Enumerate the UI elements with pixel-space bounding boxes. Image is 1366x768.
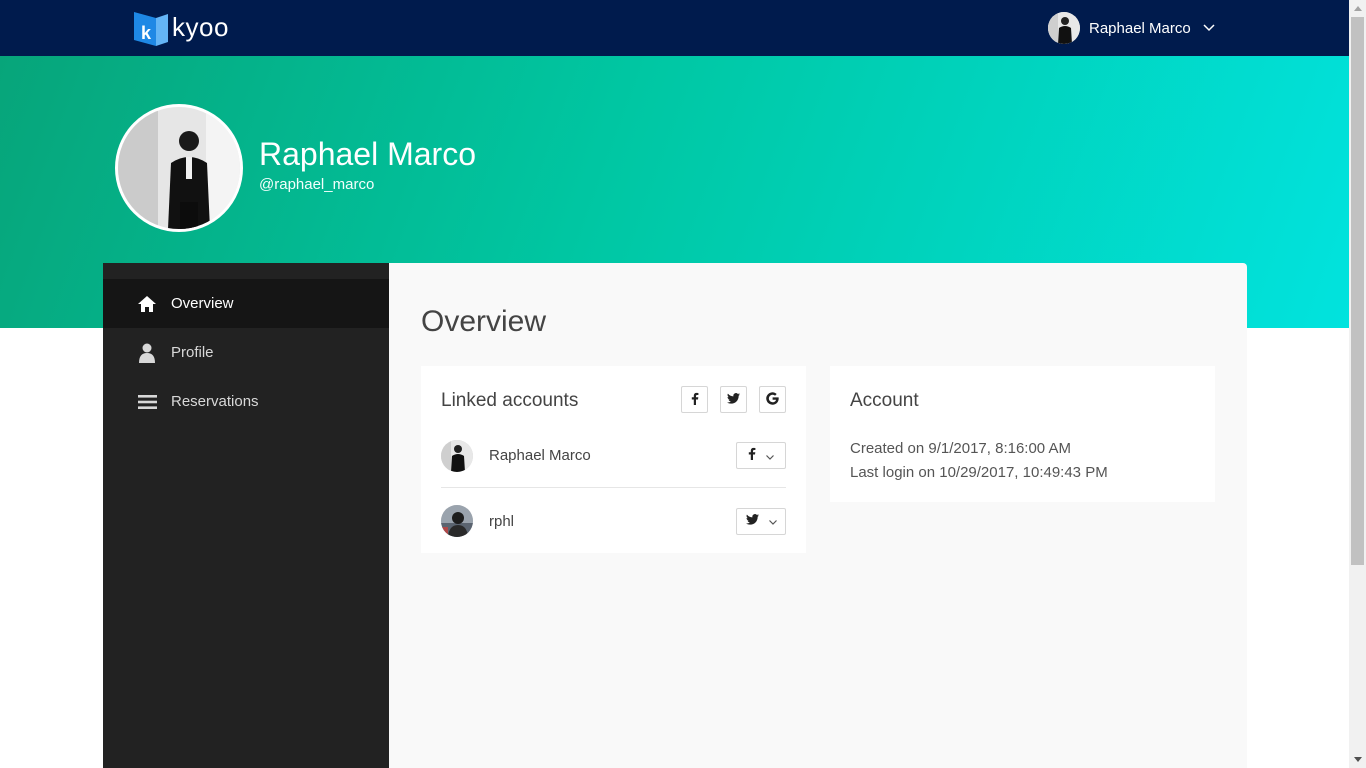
kyoo-logo-icon: k [134,10,168,46]
scroll-up-icon[interactable] [1349,0,1366,17]
sidebar-item-overview[interactable]: Overview [103,279,389,328]
facebook-account-dropdown[interactable] [736,442,786,469]
sidebar-item-profile[interactable]: Profile [103,328,389,377]
chevron-down-icon [1203,19,1215,37]
scrollbar-thumb[interactable] [1351,17,1364,565]
profile-avatar [115,104,243,232]
twitter-account-dropdown[interactable] [736,507,786,535]
home-icon [137,294,157,314]
account-created: Created on 9/1/2017, 8:16:00 AM [850,440,1071,457]
list-icon [137,392,157,412]
list-item: rphl [441,489,786,553]
linked-account-name: rphl [489,512,515,530]
sidebar-item-label: Reservations [171,393,259,410]
main-content: Overview Linked accounts Raphael Marco r… [389,263,1247,768]
brand-name: kyoo [172,11,229,42]
avatar [1048,12,1080,44]
brand-logo[interactable]: k kyoo [134,10,229,46]
user-icon [137,343,157,363]
link-twitter-button[interactable] [720,386,747,413]
link-google-button[interactable] [759,386,786,413]
page-title: Overview [421,305,547,338]
profile-name: Raphael Marco [259,136,476,172]
chevron-down-icon [766,447,774,465]
top-navbar: k kyoo Raphael Marco [0,0,1349,56]
linked-account-name: Raphael Marco [489,447,591,464]
google-icon [766,391,779,408]
sidebar-item-label: Profile [171,344,214,361]
profile-handle: @raphael_marco [259,176,375,193]
scroll-down-icon[interactable] [1349,751,1366,768]
linked-accounts-card: Linked accounts Raphael Marco rphl [421,366,806,553]
avatar [441,505,473,537]
sidebar-item-label: Overview [171,295,234,312]
svg-text:k: k [141,23,152,43]
account-title: Account [850,390,919,411]
twitter-icon [745,512,759,530]
user-menu-dropdown[interactable]: Raphael Marco [1048,12,1215,44]
sidebar: Overview Profile Reservations [103,263,389,768]
list-item: Raphael Marco [441,424,786,488]
page-scrollbar[interactable] [1349,0,1366,768]
link-account-buttons [681,386,786,413]
facebook-icon [748,447,756,465]
avatar [441,439,473,472]
twitter-icon [727,392,740,407]
chevron-down-icon [768,512,777,530]
user-menu-name: Raphael Marco [1089,19,1191,37]
link-facebook-button[interactable] [681,386,708,413]
account-card: Account Created on 9/1/2017, 8:16:00 AM … [830,366,1215,502]
account-last-login: Last login on 10/29/2017, 10:49:43 PM [850,464,1108,481]
sidebar-item-reservations[interactable]: Reservations [103,377,389,426]
facebook-icon [691,392,699,408]
account-info: Created on 9/1/2017, 8:16:00 AM Last log… [850,437,1108,485]
linked-accounts-title: Linked accounts [441,390,579,411]
